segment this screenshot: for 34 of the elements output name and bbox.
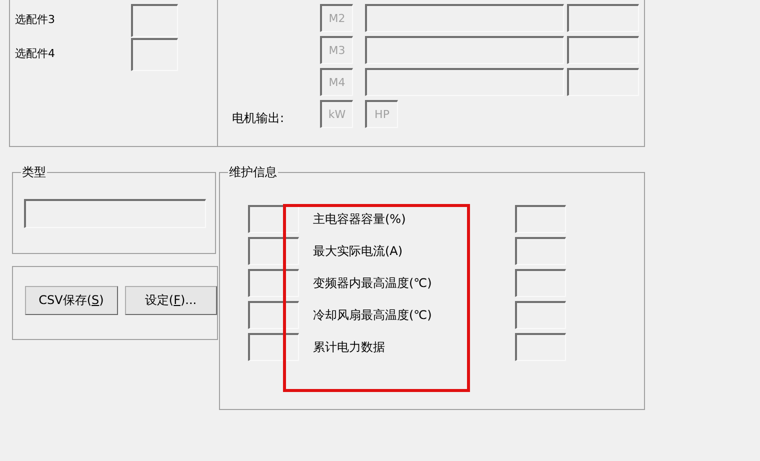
motor-value-field[interactable] [567, 68, 639, 96]
maintenance-label: 主电容器容量(%) [312, 210, 407, 228]
maintenance-label: 累计电力数据 [312, 338, 386, 356]
maintenance-label: 冷却风扇最高温度(℃) [312, 306, 433, 324]
dialog-button[interactable]: 设定(F)... [124, 286, 217, 315]
motor-field[interactable] [365, 4, 564, 32]
type-field[interactable] [24, 199, 206, 228]
value-field[interactable] [248, 333, 299, 361]
value-field[interactable] [515, 237, 566, 265]
group-title: 类型 [21, 165, 47, 179]
value-field[interactable] [515, 269, 566, 297]
option-label: 选配件4 [14, 46, 56, 62]
motor-field[interactable] [365, 68, 564, 96]
motor-value-field[interactable] [567, 4, 639, 32]
motor-output-label: 电机输出: [231, 110, 286, 126]
value-field[interactable] [248, 301, 299, 329]
value-field[interactable] [248, 237, 299, 265]
motor-label: M4 [320, 68, 353, 96]
value-field[interactable] [515, 301, 566, 329]
option-field[interactable] [131, 4, 178, 37]
dialog-button[interactable]: CSV保存(S) [25, 286, 118, 315]
value-field[interactable] [248, 269, 299, 297]
value-field[interactable] [515, 333, 566, 361]
value-field[interactable] [248, 205, 299, 233]
maintenance-label: 变频器内最高温度(℃) [312, 274, 433, 292]
value-field[interactable] [515, 205, 566, 233]
motor-label: M3 [320, 36, 353, 64]
group-title: 维护信息 [228, 165, 278, 179]
option-field[interactable] [131, 38, 178, 71]
option-label: 选配件3 [14, 12, 56, 28]
motor-value-field[interactable] [567, 36, 639, 64]
motor-label: M2 [320, 4, 353, 32]
motor-field[interactable] [365, 36, 564, 64]
maintenance-label: 最大实际电流(A) [312, 242, 404, 260]
